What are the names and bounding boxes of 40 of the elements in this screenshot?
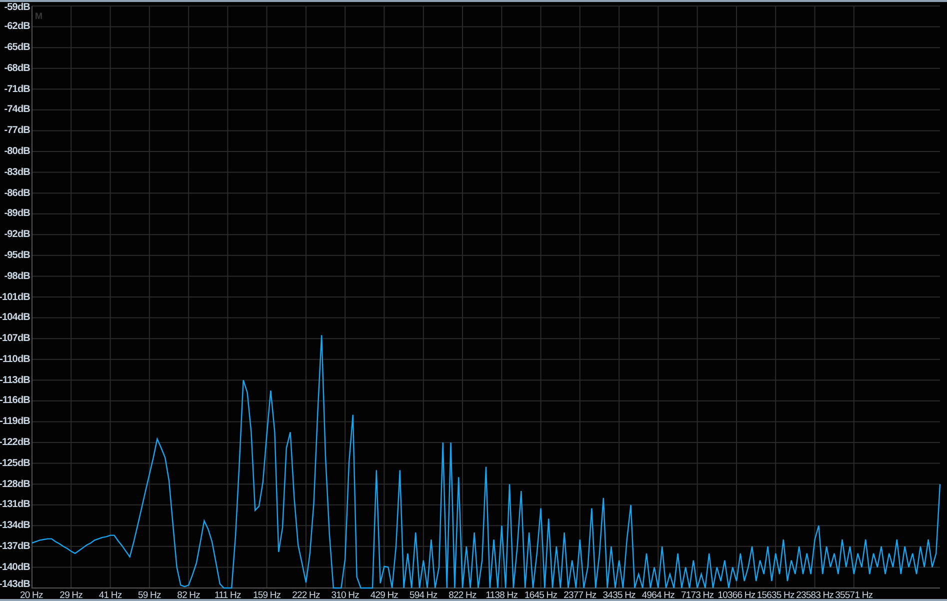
x-axis-label: 82 Hz	[177, 590, 200, 601]
y-axis-label: -68dB	[4, 62, 30, 74]
x-axis-label: 10366 Hz	[718, 590, 756, 601]
y-axis-label: -62dB	[4, 21, 30, 32]
y-axis-label: -74dB	[4, 104, 30, 116]
y-axis-label: -119dB	[0, 416, 30, 428]
x-axis-label: 594 Hz	[410, 590, 438, 601]
y-axis-label: -116dB	[0, 395, 30, 406]
y-axis-label: -83dB	[4, 166, 30, 178]
x-axis-label: 1138 Hz	[486, 590, 518, 601]
y-axis-label: -113dB	[0, 374, 30, 386]
y-axis-label: -98dB	[4, 270, 30, 282]
x-axis-label: 7173 Hz	[681, 590, 714, 601]
x-axis-label: 4964 Hz	[642, 590, 674, 601]
x-axis-label: 23583 Hz	[796, 590, 834, 601]
x-axis-label: 59 Hz	[138, 590, 161, 601]
y-axis-label: -92dB	[4, 229, 30, 240]
y-axis-label: -110dB	[0, 354, 30, 365]
x-axis-label: 29 Hz	[60, 590, 82, 601]
x-axis-label: 2377 Hz	[564, 590, 596, 601]
x-axis-label: 310 Hz	[331, 590, 359, 601]
x-axis-label: 222 Hz	[292, 590, 320, 601]
y-axis-label: -71dB	[4, 84, 30, 95]
x-axis-label: 35571 Hz	[835, 590, 873, 601]
x-axis-label: 159 Hz	[252, 590, 281, 601]
x-axis-label: 3435 Hz	[602, 590, 636, 601]
x-axis-label: 1645 Hz	[524, 590, 558, 601]
x-axis-label: 429 Hz	[370, 590, 398, 601]
y-axis-label: -77dB	[4, 125, 30, 136]
x-axis-label: 15635 Hz	[756, 590, 794, 601]
x-axis-label: 822 Hz	[448, 590, 476, 601]
y-axis-label: -89dB	[4, 208, 30, 220]
x-axis-label: 20 Hz	[20, 590, 43, 601]
y-axis-label: -65dB	[4, 42, 30, 54]
y-axis-label: -86dB	[4, 188, 30, 199]
y-axis-label: -95dB	[4, 250, 30, 261]
x-axis-label: 111 Hz	[214, 590, 241, 601]
y-axis-label: -80dB	[4, 146, 30, 157]
x-axis-label: 41 Hz	[98, 590, 122, 601]
y-axis-label: -59dB	[4, 2, 30, 13]
